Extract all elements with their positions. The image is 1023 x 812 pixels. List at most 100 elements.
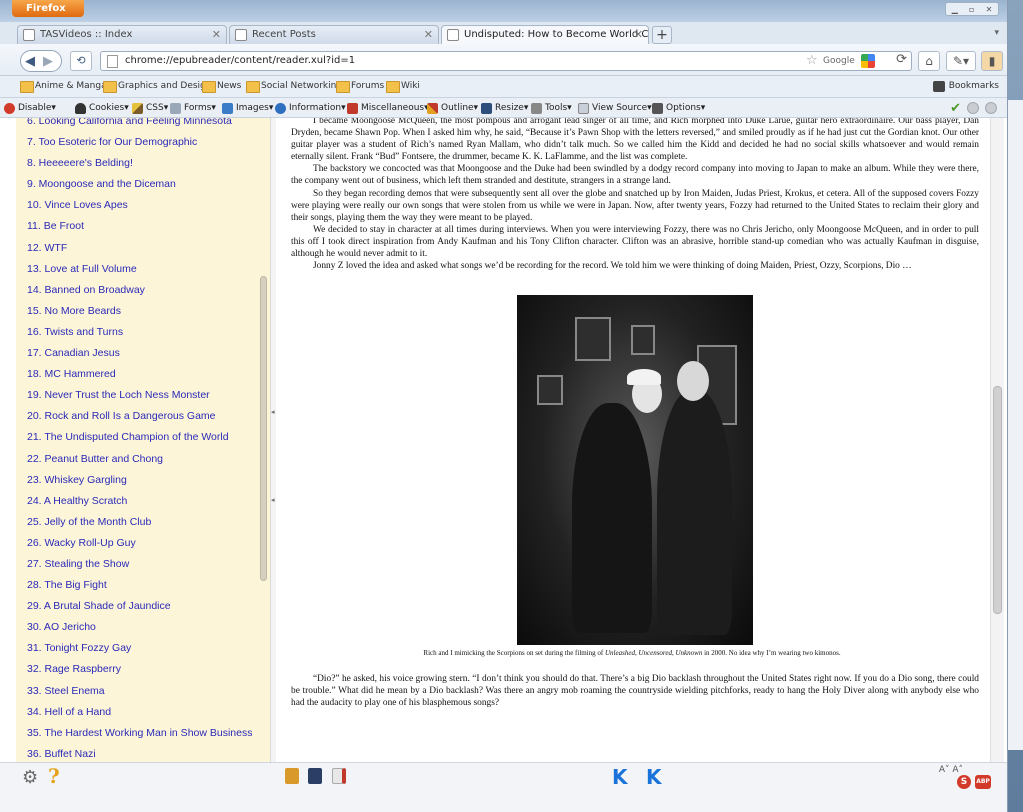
toc-chapter-link[interactable]: 22. Peanut Butter and Chong — [27, 449, 270, 470]
status-circle-icon[interactable] — [985, 102, 997, 114]
information-menu[interactable]: Information▾ — [275, 103, 346, 114]
forms-menu[interactable]: Forms▾ — [170, 103, 216, 114]
bookmarks-toolbar: Anime & Manga Graphics and Design News S… — [0, 76, 1007, 98]
minimize-icon[interactable]: ▁ — [952, 5, 958, 14]
toc-chapter-link[interactable]: 10. Vince Loves Apes — [27, 195, 270, 216]
toc-chapter-link[interactable]: 6. Looking California and Feeling Minnes… — [27, 118, 270, 132]
tab-tasvideos[interactable]: TASVideos :: Index ✕ — [17, 25, 227, 44]
epubreader-icon[interactable]: ⟲ — [70, 51, 92, 71]
reload-icon[interactable]: ⟳ — [896, 52, 907, 67]
tab-close-icon[interactable]: ✕ — [634, 28, 643, 41]
toc-chapter-link[interactable]: 17. Canadian Jesus — [27, 343, 270, 364]
tools-menu[interactable]: Tools▾ — [531, 103, 572, 114]
css-menu[interactable]: CSS▾ — [132, 103, 168, 114]
toc-chapter-link[interactable]: 19. Never Trust the Loch Ness Monster — [27, 385, 270, 406]
url-bar[interactable]: chrome://epubreader/content/reader.xul?i… — [100, 51, 912, 71]
toc-chapter-link[interactable]: 24. A Healthy Scratch — [27, 491, 270, 512]
bookmark-star-icon[interactable]: ☆ — [806, 53, 818, 68]
new-tab-button[interactable]: + — [652, 26, 672, 44]
toc-chapter-link[interactable]: 16. Twists and Turns — [27, 322, 270, 343]
forward-arrow-icon[interactable]: ▶ — [43, 54, 53, 69]
firefox-menu-button[interactable]: Firefox — [12, 0, 84, 17]
splitter-arrow-icon[interactable]: ◂ — [271, 496, 275, 504]
toc-chapter-link[interactable]: 31. Tonight Fozzy Gay — [27, 638, 270, 659]
toc-chapter-link[interactable]: 13. Love at Full Volume — [27, 259, 270, 280]
validation-check-icon[interactable]: ✔ — [950, 101, 961, 116]
outline-menu[interactable]: Outline▾ — [427, 103, 478, 114]
adblock-icon[interactable]: ABP — [975, 775, 991, 789]
search-engine-label[interactable]: Google — [823, 56, 855, 66]
tab-close-icon[interactable]: ✕ — [212, 28, 221, 41]
tab-close-icon[interactable]: ✕ — [424, 28, 433, 41]
back-arrow-icon[interactable]: ◀ — [25, 54, 35, 69]
toc-chapter-link[interactable]: 34. Hell of a Hand — [27, 702, 270, 723]
images-menu[interactable]: Images▾ — [222, 103, 273, 114]
resize-icon — [481, 103, 492, 114]
bookmark-folder-graphics[interactable]: Graphics and Design — [103, 81, 211, 93]
miscellaneous-menu[interactable]: Miscellaneous▾ — [347, 103, 429, 114]
toc-chapter-link[interactable]: 30. AO Jericho — [27, 617, 270, 638]
maximize-icon[interactable]: ▫ — [969, 5, 974, 14]
css-icon — [132, 103, 143, 114]
splitter-arrow-icon[interactable]: ◂ — [271, 408, 275, 416]
bookmark-folder-forums[interactable]: Forums — [336, 81, 384, 93]
google-icon[interactable] — [861, 54, 875, 68]
toc-chapter-link[interactable]: 28. The Big Fight — [27, 575, 270, 596]
bookmark-folder-wiki[interactable]: Wiki — [386, 81, 420, 93]
page-body-continued: “Dio?” he asked, his voice growing stern… — [277, 673, 987, 709]
toc-scrollbar-thumb[interactable] — [260, 276, 267, 581]
toc-chapter-link[interactable]: 8. Heeeeere's Belding! — [27, 153, 270, 174]
toc-chapter-link[interactable]: 36. Buffet Nazi — [27, 744, 270, 762]
toc-chapter-link[interactable]: 23. Whiskey Gargling — [27, 470, 270, 491]
help-icon[interactable]: ? — [48, 764, 60, 788]
status-circle-icon[interactable] — [967, 102, 979, 114]
toc-chapter-link[interactable]: 29. A Brutal Shade of Jaundice — [27, 596, 270, 617]
toc-chapter-link[interactable]: 26. Wacky Roll-Up Guy — [27, 533, 270, 554]
previous-chapter-button[interactable]: K — [612, 765, 628, 789]
sidebar-splitter[interactable]: ◂ ◂ — [270, 118, 276, 762]
toc-chapter-link[interactable]: 35. The Hardest Working Man in Show Busi… — [27, 723, 270, 744]
toc-chapter-link[interactable]: 18. MC Hammered — [27, 364, 270, 385]
window-controls[interactable]: ▁ ▫ ✕ — [945, 2, 999, 16]
back-forward-buttons[interactable]: ◀ ▶ — [20, 50, 62, 72]
tab-recent-posts[interactable]: Recent Posts ✕ — [229, 25, 439, 44]
toc-chapter-link[interactable]: 11. Be Froot — [27, 216, 270, 237]
settings-gear-icon[interactable]: ⚙ — [22, 767, 38, 788]
pdf-export-icon[interactable] — [332, 768, 346, 784]
font-size-controls[interactable]: A˅ A˄ — [939, 765, 963, 775]
reader-scrollbar-thumb[interactable] — [993, 386, 1002, 614]
toc-chapter-link[interactable]: 7. Too Esoteric for Our Demographic — [27, 132, 270, 153]
close-icon[interactable]: ✕ — [986, 5, 993, 14]
stop-icon[interactable]: S — [957, 775, 971, 789]
toc-chapter-link[interactable]: 9. Moongoose and the Diceman — [27, 174, 270, 195]
tab-undisputed[interactable]: Undisputed: How to Become World Champi..… — [441, 25, 649, 44]
view-source-icon — [578, 103, 589, 114]
toc-chapter-link[interactable]: 33. Steel Enema — [27, 681, 270, 702]
bookmark-folder-social[interactable]: Social Networking — [246, 81, 342, 93]
bookmark-folder-anime[interactable]: Anime & Manga — [20, 81, 107, 93]
cookies-menu[interactable]: Cookies▾ — [75, 103, 129, 114]
toc-chapter-link[interactable]: 32. Rage Raspberry — [27, 659, 270, 680]
addon-icon[interactable]: ✎▾ — [946, 51, 976, 71]
url-text[interactable]: chrome://epubreader/content/reader.xul?i… — [125, 55, 355, 66]
bookmark-folder-news[interactable]: News — [202, 81, 241, 93]
tab-list-chevron-icon[interactable]: ▾ — [994, 28, 999, 38]
toc-chapter-link[interactable]: 15. No More Beards — [27, 301, 270, 322]
next-chapter-button[interactable]: K — [646, 765, 662, 789]
toc-chapter-link[interactable]: 14. Banned on Broadway — [27, 280, 270, 301]
bookmarks-menu[interactable]: Bookmarks — [932, 81, 999, 92]
toc-chapter-link[interactable]: 20. Rock and Roll Is a Dangerous Game — [27, 406, 270, 427]
bookmarks-library-icon[interactable]: ▮ — [981, 51, 1003, 71]
toc-chapter-link[interactable]: 21. The Undisputed Champion of the World — [27, 427, 270, 448]
resize-menu[interactable]: Resize▾ — [481, 103, 528, 114]
save-disk-icon[interactable] — [308, 768, 322, 784]
view-source-menu[interactable]: View Source▾ — [578, 103, 652, 114]
toc-chapter-link[interactable]: 27. Stealing the Show — [27, 554, 270, 575]
home-icon[interactable]: ⌂ — [918, 51, 940, 71]
options-menu[interactable]: Options▾ — [652, 103, 705, 114]
disable-menu[interactable]: Disable▾ — [4, 103, 56, 114]
reader-scrollbar[interactable] — [990, 118, 1004, 762]
toc-chapter-link[interactable]: 12. WTF — [27, 238, 270, 259]
library-icon[interactable] — [285, 768, 299, 784]
toc-chapter-link[interactable]: 25. Jelly of the Month Club — [27, 512, 270, 533]
